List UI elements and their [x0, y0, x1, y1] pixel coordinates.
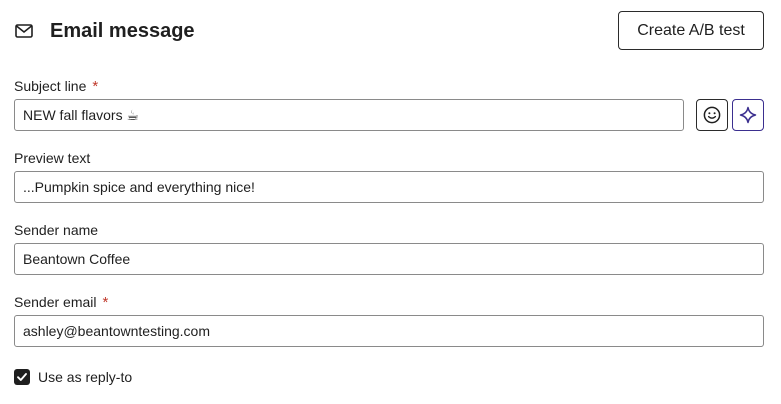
page-title: Email message	[50, 20, 195, 42]
preview-text-label: Preview text	[14, 150, 91, 166]
required-marker: *	[92, 78, 99, 95]
checkmark-icon	[17, 373, 27, 381]
reply-to-checkbox[interactable]	[14, 369, 30, 385]
create-ab-test-button[interactable]: Create A/B test	[618, 11, 764, 50]
ai-assist-button[interactable]	[732, 99, 764, 131]
sender-email-input[interactable]: ashley@beantowntesting.com	[14, 315, 764, 347]
subject-line-label: Subject line *	[14, 78, 99, 95]
reply-to-label: Use as reply-to	[38, 369, 133, 385]
preview-text-input[interactable]: ...Pumpkin spice and everything nice!	[14, 171, 764, 203]
smiley-icon	[703, 106, 721, 124]
sender-name-label: Sender name	[14, 222, 99, 238]
email-message-panel: Email message Create A/B test Subject li…	[0, 0, 781, 404]
sparkle-icon	[739, 106, 757, 124]
subject-line-input[interactable]: NEW fall flavors ☕	[14, 99, 684, 131]
required-marker: *	[102, 294, 109, 311]
sender-name-input[interactable]: Beantown Coffee	[14, 243, 764, 275]
sender-email-label: Sender email *	[14, 294, 109, 311]
envelope-icon	[15, 24, 33, 38]
emoji-picker-button[interactable]	[696, 99, 728, 131]
